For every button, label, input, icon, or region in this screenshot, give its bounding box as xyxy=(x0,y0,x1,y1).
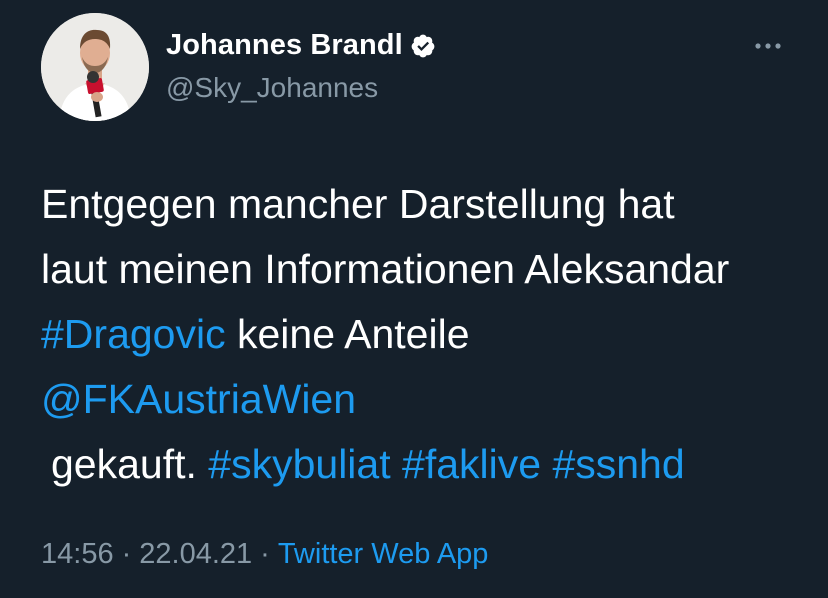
more-options-button[interactable] xyxy=(750,34,790,58)
more-horizontal-icon xyxy=(755,43,781,49)
separator: · xyxy=(260,538,270,570)
tweet-line: @FKAustriaWien xyxy=(41,367,801,432)
hashtag-link[interactable]: #ssnhd xyxy=(552,441,684,487)
tweet-text-segment: gekauft. xyxy=(51,441,209,487)
author-handle[interactable]: @Sky_Johannes xyxy=(166,72,378,104)
tweet-line: Entgegen mancher Darstellung hat xyxy=(41,181,675,227)
hashtag-link[interactable]: #Dragovic xyxy=(41,311,226,357)
tweet-metadata: 14:56 · 22.04.21 · Twitter Web App xyxy=(41,538,488,571)
separator: · xyxy=(121,538,132,570)
hashtag-link[interactable]: #faklive xyxy=(402,441,541,487)
hashtag-link[interactable]: #skybuliat xyxy=(208,441,390,487)
tweet-line: #Dragovic keine Anteile xyxy=(41,302,801,367)
avatar[interactable] xyxy=(41,13,149,121)
author-name-row[interactable]: Johannes Brandl xyxy=(166,29,436,62)
author-display-name[interactable]: Johannes Brandl xyxy=(166,29,403,62)
verified-badge-icon xyxy=(410,33,436,59)
tweet-time[interactable]: 14:56 xyxy=(41,538,114,570)
tweet-source-link[interactable]: Twitter Web App xyxy=(278,538,489,570)
avatar-image xyxy=(41,13,149,121)
tweet-text: Entgegen mancher Darstellung hat laut me… xyxy=(41,172,801,497)
tweet-line: gekauft. #skybuliat #faklive #ssnhd xyxy=(41,432,801,497)
tweet-text-segment: keine Anteile xyxy=(225,311,470,357)
tweet-line: laut meinen Informationen Aleksandar xyxy=(41,246,730,292)
mention-link[interactable]: @FKAustriaWien xyxy=(41,376,356,422)
tweet-date[interactable]: 22.04.21 xyxy=(139,538,252,570)
